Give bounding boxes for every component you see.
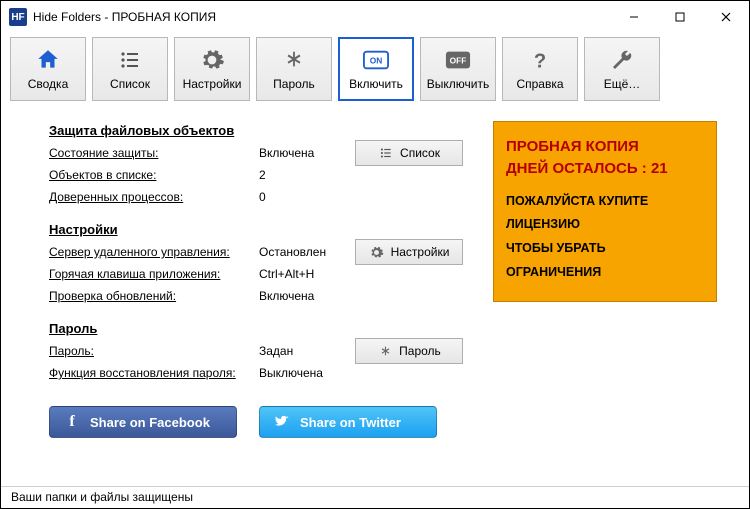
facebook-icon: f <box>64 414 80 430</box>
window-controls <box>611 1 749 33</box>
password-button[interactable]: Пароль <box>355 338 463 364</box>
wrench-icon <box>609 47 635 73</box>
row-label[interactable]: Доверенных процессов: <box>49 190 259 204</box>
share-facebook-button[interactable]: f Share on Facebook <box>49 406 237 438</box>
toolbar-enable[interactable]: ON Включить <box>338 37 414 101</box>
toolbar-more[interactable]: Ещё… <box>584 37 660 101</box>
row-label[interactable]: Горячая клавиша приложения: <box>49 267 259 281</box>
row-label[interactable]: Объектов в списке: <box>49 168 259 182</box>
titlebar: HF Hide Folders - ПРОБНАЯ КОПИЯ <box>1 1 749 33</box>
trial-body: ПОЖАЛУЙСТА КУПИТЕ ЛИЦЕНЗИЮ ЧТОБЫ УБРАТЬ … <box>506 190 704 285</box>
row-password: Пароль: Задан Пароль <box>49 340 473 362</box>
settings-button[interactable]: Настройки <box>355 239 463 265</box>
trial-body-line: ЧТОБЫ УБРАТЬ <box>506 237 704 261</box>
asterisk-icon <box>281 47 307 73</box>
list-button[interactable]: Список <box>355 140 463 166</box>
app-icon: HF <box>9 8 27 26</box>
twitter-icon <box>274 414 290 430</box>
toolbar-label: Справка <box>516 77 563 91</box>
toolbar-summary[interactable]: Сводка <box>10 37 86 101</box>
button-label: Share on Twitter <box>300 415 401 430</box>
row-value: Ctrl+Alt+H <box>259 267 349 281</box>
on-icon: ON <box>363 47 389 73</box>
row-label[interactable]: Пароль: <box>49 344 259 358</box>
list-icon <box>117 47 143 73</box>
summary-panel: Защита файловых объектов Состояние защит… <box>49 117 473 480</box>
toolbar-help[interactable]: ? Справка <box>502 37 578 101</box>
row-remote-server: Сервер удаленного управления: Остановлен… <box>49 241 473 263</box>
trial-box[interactable]: ПРОБНАЯ КОПИЯ ДНЕЙ ОСТАЛОСЬ : 21 ПОЖАЛУЙ… <box>493 121 717 302</box>
toolbar: Сводка Список Настройки Пароль ON Включи… <box>1 33 749 107</box>
off-icon: OFF <box>445 47 471 73</box>
svg-text:OFF: OFF <box>450 56 467 66</box>
svg-text:ON: ON <box>370 56 383 66</box>
toolbar-password[interactable]: Пароль <box>256 37 332 101</box>
trial-body-line: ОГРАНИЧЕНИЯ <box>506 261 704 285</box>
row-value: 0 <box>259 190 349 204</box>
section-protection-title: Защита файловых объектов <box>49 123 473 138</box>
trial-panel: ПРОБНАЯ КОПИЯ ДНЕЙ ОСТАЛОСЬ : 21 ПОЖАЛУЙ… <box>493 117 723 480</box>
row-protection-state: Состояние защиты: Включена Список <box>49 142 473 164</box>
content: Защита файловых объектов Состояние защит… <box>1 107 749 486</box>
maximize-button[interactable] <box>657 1 703 33</box>
row-value: Задан <box>259 344 349 358</box>
row-label[interactable]: Функция восстановления пароля: <box>49 366 259 380</box>
toolbar-label: Выключить <box>427 77 489 91</box>
button-label: Настройки <box>391 245 450 259</box>
row-value: 2 <box>259 168 349 182</box>
row-updates: Проверка обновлений: Включена <box>49 285 473 307</box>
status-bar: Ваши папки и файлы защищены <box>1 486 749 508</box>
row-value: Выключена <box>259 366 349 380</box>
trial-line2: ДНЕЙ ОСТАЛОСЬ : 21 <box>506 158 704 180</box>
row-value: Включена <box>259 146 349 160</box>
row-label[interactable]: Сервер удаленного управления: <box>49 245 259 259</box>
button-label: Пароль <box>399 344 441 358</box>
svg-text:?: ? <box>534 50 546 72</box>
toolbar-label: Пароль <box>273 77 315 91</box>
toolbar-label: Включить <box>349 77 403 91</box>
row-objects-count: Объектов в списке: 2 <box>49 164 473 186</box>
toolbar-label: Ещё… <box>604 77 641 91</box>
window-title: Hide Folders - ПРОБНАЯ КОПИЯ <box>33 10 216 24</box>
gear-icon <box>199 47 225 73</box>
toolbar-label: Настройки <box>183 77 242 91</box>
trial-body-line: ПОЖАЛУЙСТА КУПИТЕ <box>506 190 704 214</box>
share-twitter-button[interactable]: Share on Twitter <box>259 406 437 438</box>
row-label[interactable]: Проверка обновлений: <box>49 289 259 303</box>
home-icon <box>35 47 61 73</box>
row-value: Включена <box>259 289 349 303</box>
row-hotkey: Горячая клавиша приложения: Ctrl+Alt+H <box>49 263 473 285</box>
button-label: Список <box>400 146 440 160</box>
status-text: Ваши папки и файлы защищены <box>11 490 193 504</box>
list-icon <box>378 145 394 161</box>
toolbar-settings[interactable]: Настройки <box>174 37 250 101</box>
toolbar-list[interactable]: Список <box>92 37 168 101</box>
row-password-recovery: Функция восстановления пароля: Выключена <box>49 362 473 384</box>
toolbar-label: Список <box>110 77 150 91</box>
question-icon: ? <box>527 47 553 73</box>
close-button[interactable] <box>703 1 749 33</box>
row-label[interactable]: Состояние защиты: <box>49 146 259 160</box>
toolbar-disable[interactable]: OFF Выключить <box>420 37 496 101</box>
row-value: Остановлен <box>259 245 349 259</box>
row-trusted-processes: Доверенных процессов: 0 <box>49 186 473 208</box>
button-label: Share on Facebook <box>90 415 210 430</box>
gear-icon <box>369 244 385 260</box>
trial-line1: ПРОБНАЯ КОПИЯ <box>506 136 704 158</box>
section-settings-title: Настройки <box>49 222 473 237</box>
trial-body-line: ЛИЦЕНЗИЮ <box>506 213 704 237</box>
window: HF Hide Folders - ПРОБНАЯ КОПИЯ Сводка С… <box>0 0 750 509</box>
trial-headline: ПРОБНАЯ КОПИЯ ДНЕЙ ОСТАЛОСЬ : 21 <box>506 136 704 180</box>
asterisk-icon <box>377 343 393 359</box>
minimize-button[interactable] <box>611 1 657 33</box>
share-row: f Share on Facebook Share on Twitter <box>49 406 473 438</box>
section-password-title: Пароль <box>49 321 473 336</box>
toolbar-label: Сводка <box>28 77 69 91</box>
